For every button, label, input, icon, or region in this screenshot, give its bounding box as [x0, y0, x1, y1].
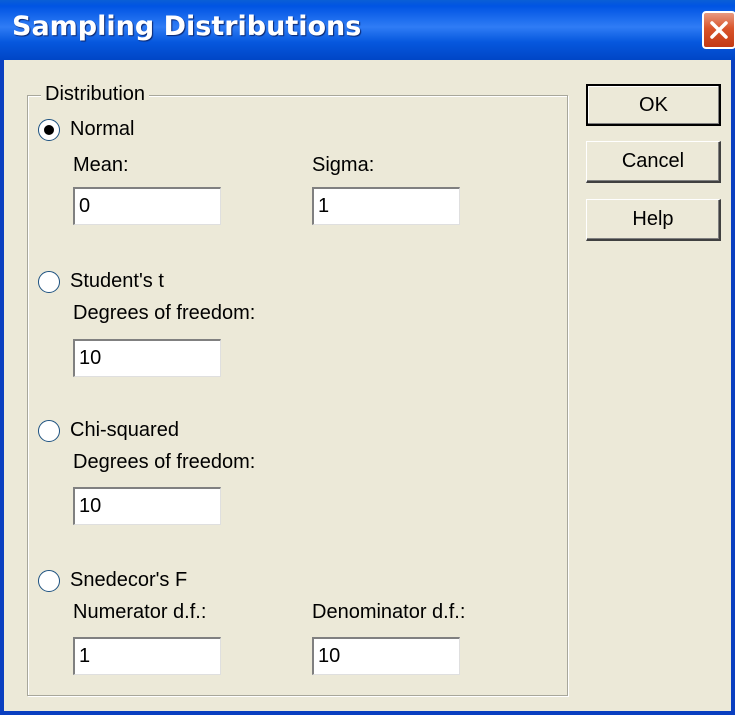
sigma-input[interactable]	[312, 187, 460, 225]
radio-normal-label: Normal	[70, 118, 135, 140]
window-frame-left	[0, 60, 4, 715]
mean-label: Mean:	[73, 154, 129, 176]
window-title: Sampling Distributions	[12, 11, 362, 42]
numerator-df-label: Numerator d.f.:	[73, 601, 207, 623]
close-icon	[710, 21, 728, 39]
ok-button[interactable]: OK	[586, 84, 721, 126]
mean-input[interactable]	[73, 187, 221, 225]
students-t-dof-label: Degrees of freedom:	[73, 302, 256, 324]
chi-squared-dof-input[interactable]	[73, 487, 221, 525]
numerator-df-input[interactable]	[73, 637, 221, 675]
radio-button[interactable]	[38, 419, 60, 442]
radio-students-t[interactable]: Student's t	[38, 270, 164, 293]
students-t-dof-input[interactable]	[73, 339, 221, 377]
denominator-df-label: Denominator d.f.:	[312, 601, 466, 623]
radio-snedecor-f[interactable]: Snedecor's F	[38, 569, 187, 592]
radio-selected-icon	[44, 124, 54, 135]
chi-squared-dof-label: Degrees of freedom:	[73, 451, 256, 473]
radio-chi-squared[interactable]: Chi-squared	[38, 419, 179, 442]
title-bar[interactable]: Sampling Distributions	[0, 0, 735, 60]
sigma-label: Sigma:	[312, 154, 375, 176]
radio-button[interactable]	[38, 118, 60, 141]
cancel-button[interactable]: Cancel	[586, 141, 721, 183]
denominator-df-input[interactable]	[312, 637, 460, 675]
radio-students-t-label: Student's t	[70, 270, 164, 292]
radio-button[interactable]	[38, 270, 60, 293]
sampling-distributions-dialog: Sampling Distributions Distribution Norm…	[0, 0, 735, 715]
help-button[interactable]: Help	[586, 199, 721, 241]
window-frame-bottom	[0, 711, 735, 715]
radio-chi-squared-label: Chi-squared	[70, 419, 179, 441]
radio-normal[interactable]: Normal	[38, 118, 134, 141]
radio-snedecor-f-label: Snedecor's F	[70, 569, 188, 591]
distribution-group-label: Distribution	[41, 83, 150, 106]
radio-button[interactable]	[38, 569, 60, 592]
close-button[interactable]	[702, 11, 735, 49]
window-frame-right	[731, 60, 735, 715]
